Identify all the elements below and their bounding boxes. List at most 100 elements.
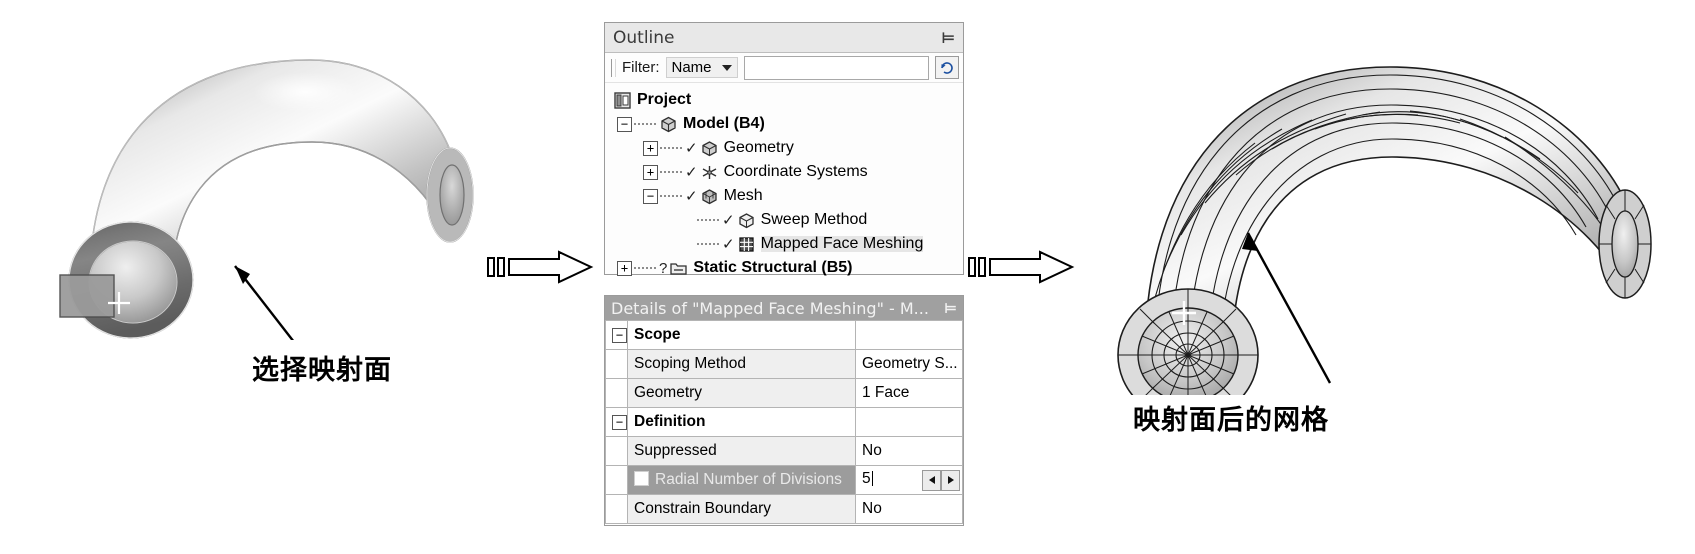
details-row-definition[interactable]: − Definition <box>605 407 963 437</box>
details-value[interactable]: Geometry S... <box>855 349 963 379</box>
details-key: Constrain Boundary <box>627 494 856 524</box>
details-table: − Scope Scoping Method Geometry S... Geo… <box>605 320 963 524</box>
details-value-radial[interactable]: 5 <box>855 465 963 495</box>
coordinate-systems-icon <box>700 163 719 182</box>
caret-left-icon <box>928 476 935 484</box>
row-gutter <box>605 494 628 524</box>
details-row-constrain-boundary[interactable]: Constrain Boundary No <box>605 494 963 524</box>
outline-panel: Outline ⊨ Filter: Name Project − Model (… <box>604 22 964 277</box>
checkmark-icon: ✓ <box>722 212 735 229</box>
checkmark-icon: ✓ <box>685 188 698 205</box>
tree-connector <box>634 123 656 125</box>
details-title-text: Details of "Mapped Face Meshing" - M... <box>611 298 929 318</box>
outline-title-text: Outline <box>613 27 675 48</box>
filter-toolbar: Filter: Name <box>605 53 963 83</box>
expand-toggle[interactable]: + <box>643 140 658 156</box>
pin-icon[interactable]: ⊨ <box>944 300 957 317</box>
row-gutter <box>605 349 628 379</box>
tree-item-model[interactable]: − Model (B4) <box>611 112 963 136</box>
pipe-elbow-meshed-model <box>1117 66 1652 395</box>
row-gutter <box>605 436 628 466</box>
tree-item-sweep-method[interactable]: ✓ Sweep Method <box>611 208 963 232</box>
tree-item-mapped-face-meshing[interactable]: ✓ Mapped Face Meshing <box>611 232 963 256</box>
static-structural-icon <box>669 259 688 278</box>
expand-toggle[interactable]: + <box>643 164 658 180</box>
radial-spinner[interactable] <box>922 469 960 491</box>
checkmark-icon: ✓ <box>722 236 735 253</box>
details-key: Scoping Method <box>627 349 856 379</box>
details-group-label: Scope <box>627 320 856 350</box>
row-gutter <box>605 465 628 495</box>
caret-right-icon <box>947 476 954 484</box>
chevron-down-icon <box>721 64 732 71</box>
tree-item-label: Coordinate Systems <box>723 163 868 180</box>
collapse-toggle[interactable]: − <box>617 116 632 132</box>
selected-face-marker <box>59 274 115 318</box>
details-panel: Details of "Mapped Face Meshing" - M... … <box>604 295 964 526</box>
details-row-scoping-method[interactable]: Scoping Method Geometry S... <box>605 349 963 379</box>
left-caption: 选择映射面 <box>252 355 392 386</box>
radial-checkbox[interactable] <box>634 471 649 486</box>
details-group-value <box>855 320 963 350</box>
spinner-increment-button[interactable] <box>941 469 960 491</box>
toolbar-grip[interactable] <box>611 58 616 77</box>
details-group-label: Definition <box>627 407 856 437</box>
tree-item-coordinate-systems[interactable]: + ✓ Coordinate Systems <box>611 160 963 184</box>
geometry-icon <box>700 139 719 158</box>
details-row-suppressed[interactable]: Suppressed No <box>605 436 963 466</box>
tree-item-label: Mesh <box>723 187 763 204</box>
details-titlebar: Details of "Mapped Face Meshing" - M... … <box>605 296 963 320</box>
details-row-scope[interactable]: − Scope <box>605 320 963 350</box>
checkmark-icon: ✓ <box>685 164 698 181</box>
filter-input[interactable] <box>743 55 929 80</box>
details-value[interactable]: No <box>855 436 963 466</box>
sweep-method-icon <box>737 211 756 230</box>
filter-field-value: Name <box>671 59 712 76</box>
details-key-radial: Radial Number of Divisions <box>627 465 856 495</box>
tree-item-geometry[interactable]: + ✓ Geometry <box>611 136 963 160</box>
filter-field-select[interactable]: Name <box>665 57 738 78</box>
expand-toggle[interactable]: + <box>617 260 632 276</box>
pin-icon[interactable]: ⊨ <box>941 29 955 47</box>
project-icon <box>613 91 632 110</box>
pipe-elbow-smooth-model <box>59 59 474 340</box>
tree-item-label: Model (B4) <box>683 115 765 132</box>
tree-connector <box>660 171 682 173</box>
text-caret <box>871 470 873 486</box>
outline-titlebar: Outline ⊨ <box>605 23 963 53</box>
outline-tree: Project − Model (B4) + ✓ Geometry + ✓ Co… <box>605 83 963 280</box>
filter-label: Filter: <box>622 59 660 76</box>
tree-item-project[interactable]: Project <box>611 88 963 112</box>
figure-canvas: 选择映射面 Outline ⊨ Filter: Name Project − M… <box>0 0 1695 554</box>
collapse-toggle[interactable]: − <box>643 188 658 204</box>
group-toggle-scope[interactable]: − <box>605 320 628 350</box>
refresh-glyph <box>941 61 953 74</box>
tree-connector <box>634 267 656 269</box>
mesh-icon <box>700 187 719 206</box>
question-icon: ? <box>659 259 668 277</box>
details-row-radial-number-of-divisions[interactable]: Radial Number of Divisions 5 <box>605 465 963 495</box>
tree-connector <box>697 219 719 221</box>
tree-item-label: Sweep Method <box>760 211 868 228</box>
details-group-value <box>855 407 963 437</box>
spinner-decrement-button[interactable] <box>922 469 941 491</box>
details-value[interactable]: 1 Face <box>855 378 963 408</box>
leader-line-right <box>1246 232 1332 384</box>
mapped-face-mesh-region <box>1117 288 1259 395</box>
details-row-geometry[interactable]: Geometry 1 Face <box>605 378 963 408</box>
tree-item-mesh[interactable]: − ✓ Mesh <box>611 184 963 208</box>
tree-connector <box>660 147 682 149</box>
radial-divisions-input[interactable]: 5 <box>862 470 871 487</box>
mapped-face-mesh-icon <box>737 235 756 254</box>
refresh-icon[interactable] <box>935 56 959 79</box>
details-key-label: Radial Number of Divisions <box>655 471 842 488</box>
right-caption: 映射面后的网格 <box>1133 405 1329 436</box>
tree-connector <box>697 243 719 245</box>
checkmark-icon: ✓ <box>685 140 698 157</box>
model-icon <box>659 115 678 134</box>
tree-item-label: Mapped Face Meshing <box>760 235 924 252</box>
group-toggle-definition[interactable]: − <box>605 407 628 437</box>
details-value[interactable]: No <box>855 494 963 524</box>
tree-item-static-structural[interactable]: + ? Static Structural (B5) <box>611 256 963 280</box>
tree-item-label: Static Structural (B5) <box>693 259 853 276</box>
